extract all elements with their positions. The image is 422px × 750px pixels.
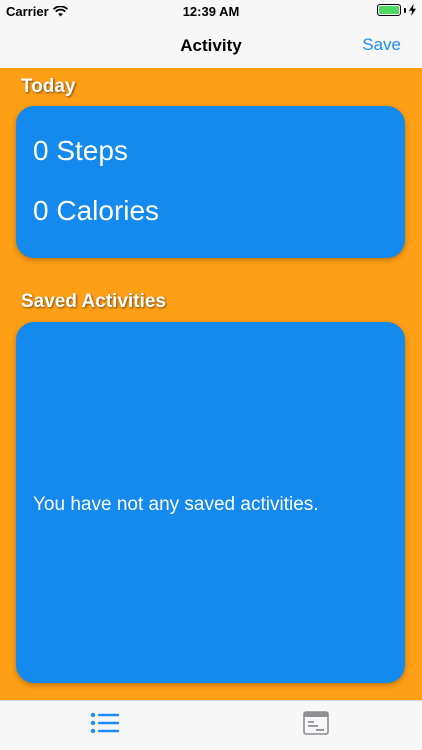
status-bar: Carrier 12:39 AM [0, 0, 422, 22]
today-section-title: Today [21, 76, 76, 97]
calories-count: 0 Calories [33, 195, 160, 226]
page-title: Activity [180, 36, 242, 55]
today-card: 0 Steps 0 Calories [16, 106, 405, 258]
save-button[interactable]: Save [362, 35, 401, 55]
tab-activities[interactable] [85, 707, 125, 739]
list-icon [90, 712, 119, 734]
main-content: Today 0 Steps 0 Calories Saved Activitie… [0, 68, 422, 700]
steps-count: 0 Steps [33, 135, 128, 166]
tab-bar [0, 700, 422, 750]
saved-activities-title: Saved Activities [21, 291, 167, 312]
saved-activities-card: You have not any saved activities. [16, 322, 405, 683]
charging-icon [409, 4, 416, 16]
navigation-bar: Activity Save [0, 22, 422, 68]
status-time: 12:39 AM [182, 4, 240, 19]
battery-icon [377, 4, 401, 16]
tab-history[interactable] [296, 707, 336, 739]
empty-state-message: You have not any saved activities. [33, 494, 319, 515]
battery-indicator [377, 4, 416, 16]
calendar-icon [303, 711, 329, 735]
